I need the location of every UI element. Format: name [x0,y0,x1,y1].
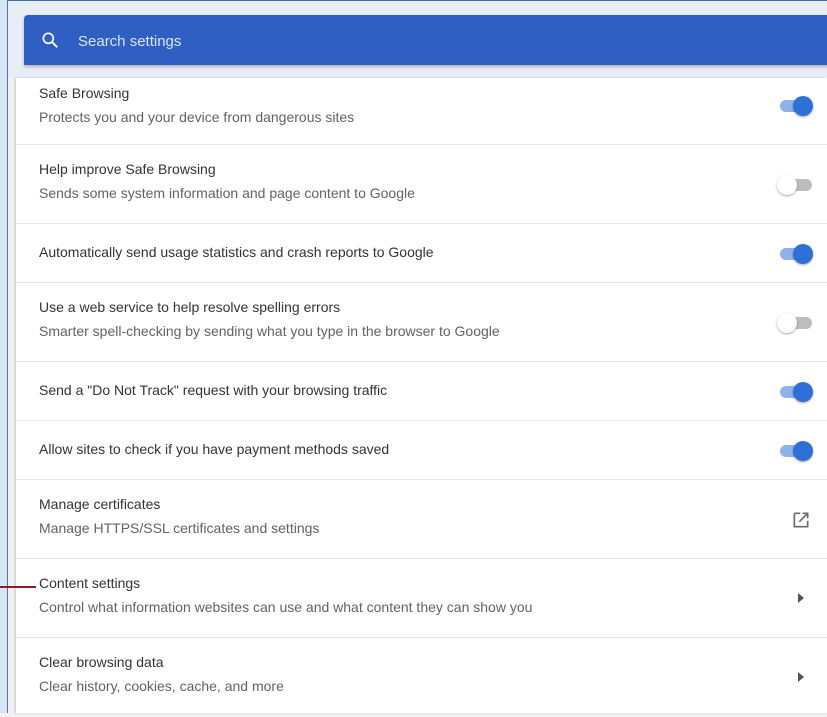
setting-title: Safe Browsing [39,85,130,101]
setting-row-content-settings[interactable]: Content settings Control what informatio… [16,559,827,638]
setting-title: Automatically send usage statistics and … [39,244,434,260]
safe-browsing-toggle[interactable] [777,95,813,116]
window-left-edge [0,0,8,713]
setting-subtitle: Manage HTTPS/SSL certificates and settin… [39,520,320,536]
setting-row-help-improve-safe-browsing[interactable]: Help improve Safe Browsing Sends some sy… [16,145,827,224]
usage-statistics-toggle[interactable] [777,243,813,264]
setting-row-payment-methods[interactable]: Allow sites to check if you have payment… [16,421,827,480]
setting-subtitle: Control what information websites can us… [39,599,533,615]
setting-subtitle: Smarter spell-checking by sending what y… [39,323,500,339]
setting-title: Help improve Safe Browsing [39,161,216,177]
setting-subtitle: Protects you and your device from danger… [39,109,355,125]
setting-subtitle: Clear history, cookies, cache, and more [39,678,284,694]
annotation-pointer-line [0,586,36,588]
setting-row-clear-browsing-data[interactable]: Clear browsing data Clear history, cooki… [16,638,827,717]
payment-methods-toggle[interactable] [777,440,813,461]
external-link-icon[interactable] [791,510,811,530]
setting-title: Manage certificates [39,496,161,512]
search-bar [24,15,827,65]
setting-title: Allow sites to check if you have payment… [39,441,390,457]
setting-subtitle: Sends some system information and page c… [39,185,415,201]
help-improve-safe-browsing-toggle[interactable] [777,174,813,195]
setting-row-safe-browsing[interactable]: Safe Browsing Protects you and your devi… [16,78,827,145]
setting-row-manage-certificates[interactable]: Manage certificates Manage HTTPS/SSL cer… [16,480,827,559]
setting-title: Send a "Do Not Track" request with your … [39,382,388,398]
privacy-settings-card: Safe Browsing Protects you and your devi… [16,78,827,713]
search-icon[interactable] [40,30,60,50]
setting-title: Clear browsing data [39,654,164,670]
setting-title: Content settings [39,575,141,591]
setting-row-usage-statistics[interactable]: Automatically send usage statistics and … [16,224,827,283]
setting-row-do-not-track[interactable]: Send a "Do Not Track" request with your … [16,362,827,421]
chevron-right-icon[interactable] [797,593,805,603]
setting-title: Use a web service to help resolve spelli… [39,299,341,315]
header [8,0,827,78]
do-not-track-toggle[interactable] [777,381,813,402]
spelling-service-toggle[interactable] [777,312,813,333]
chevron-right-icon[interactable] [797,672,805,682]
setting-row-spelling-service[interactable]: Use a web service to help resolve spelli… [16,283,827,362]
search-input[interactable] [76,25,800,57]
